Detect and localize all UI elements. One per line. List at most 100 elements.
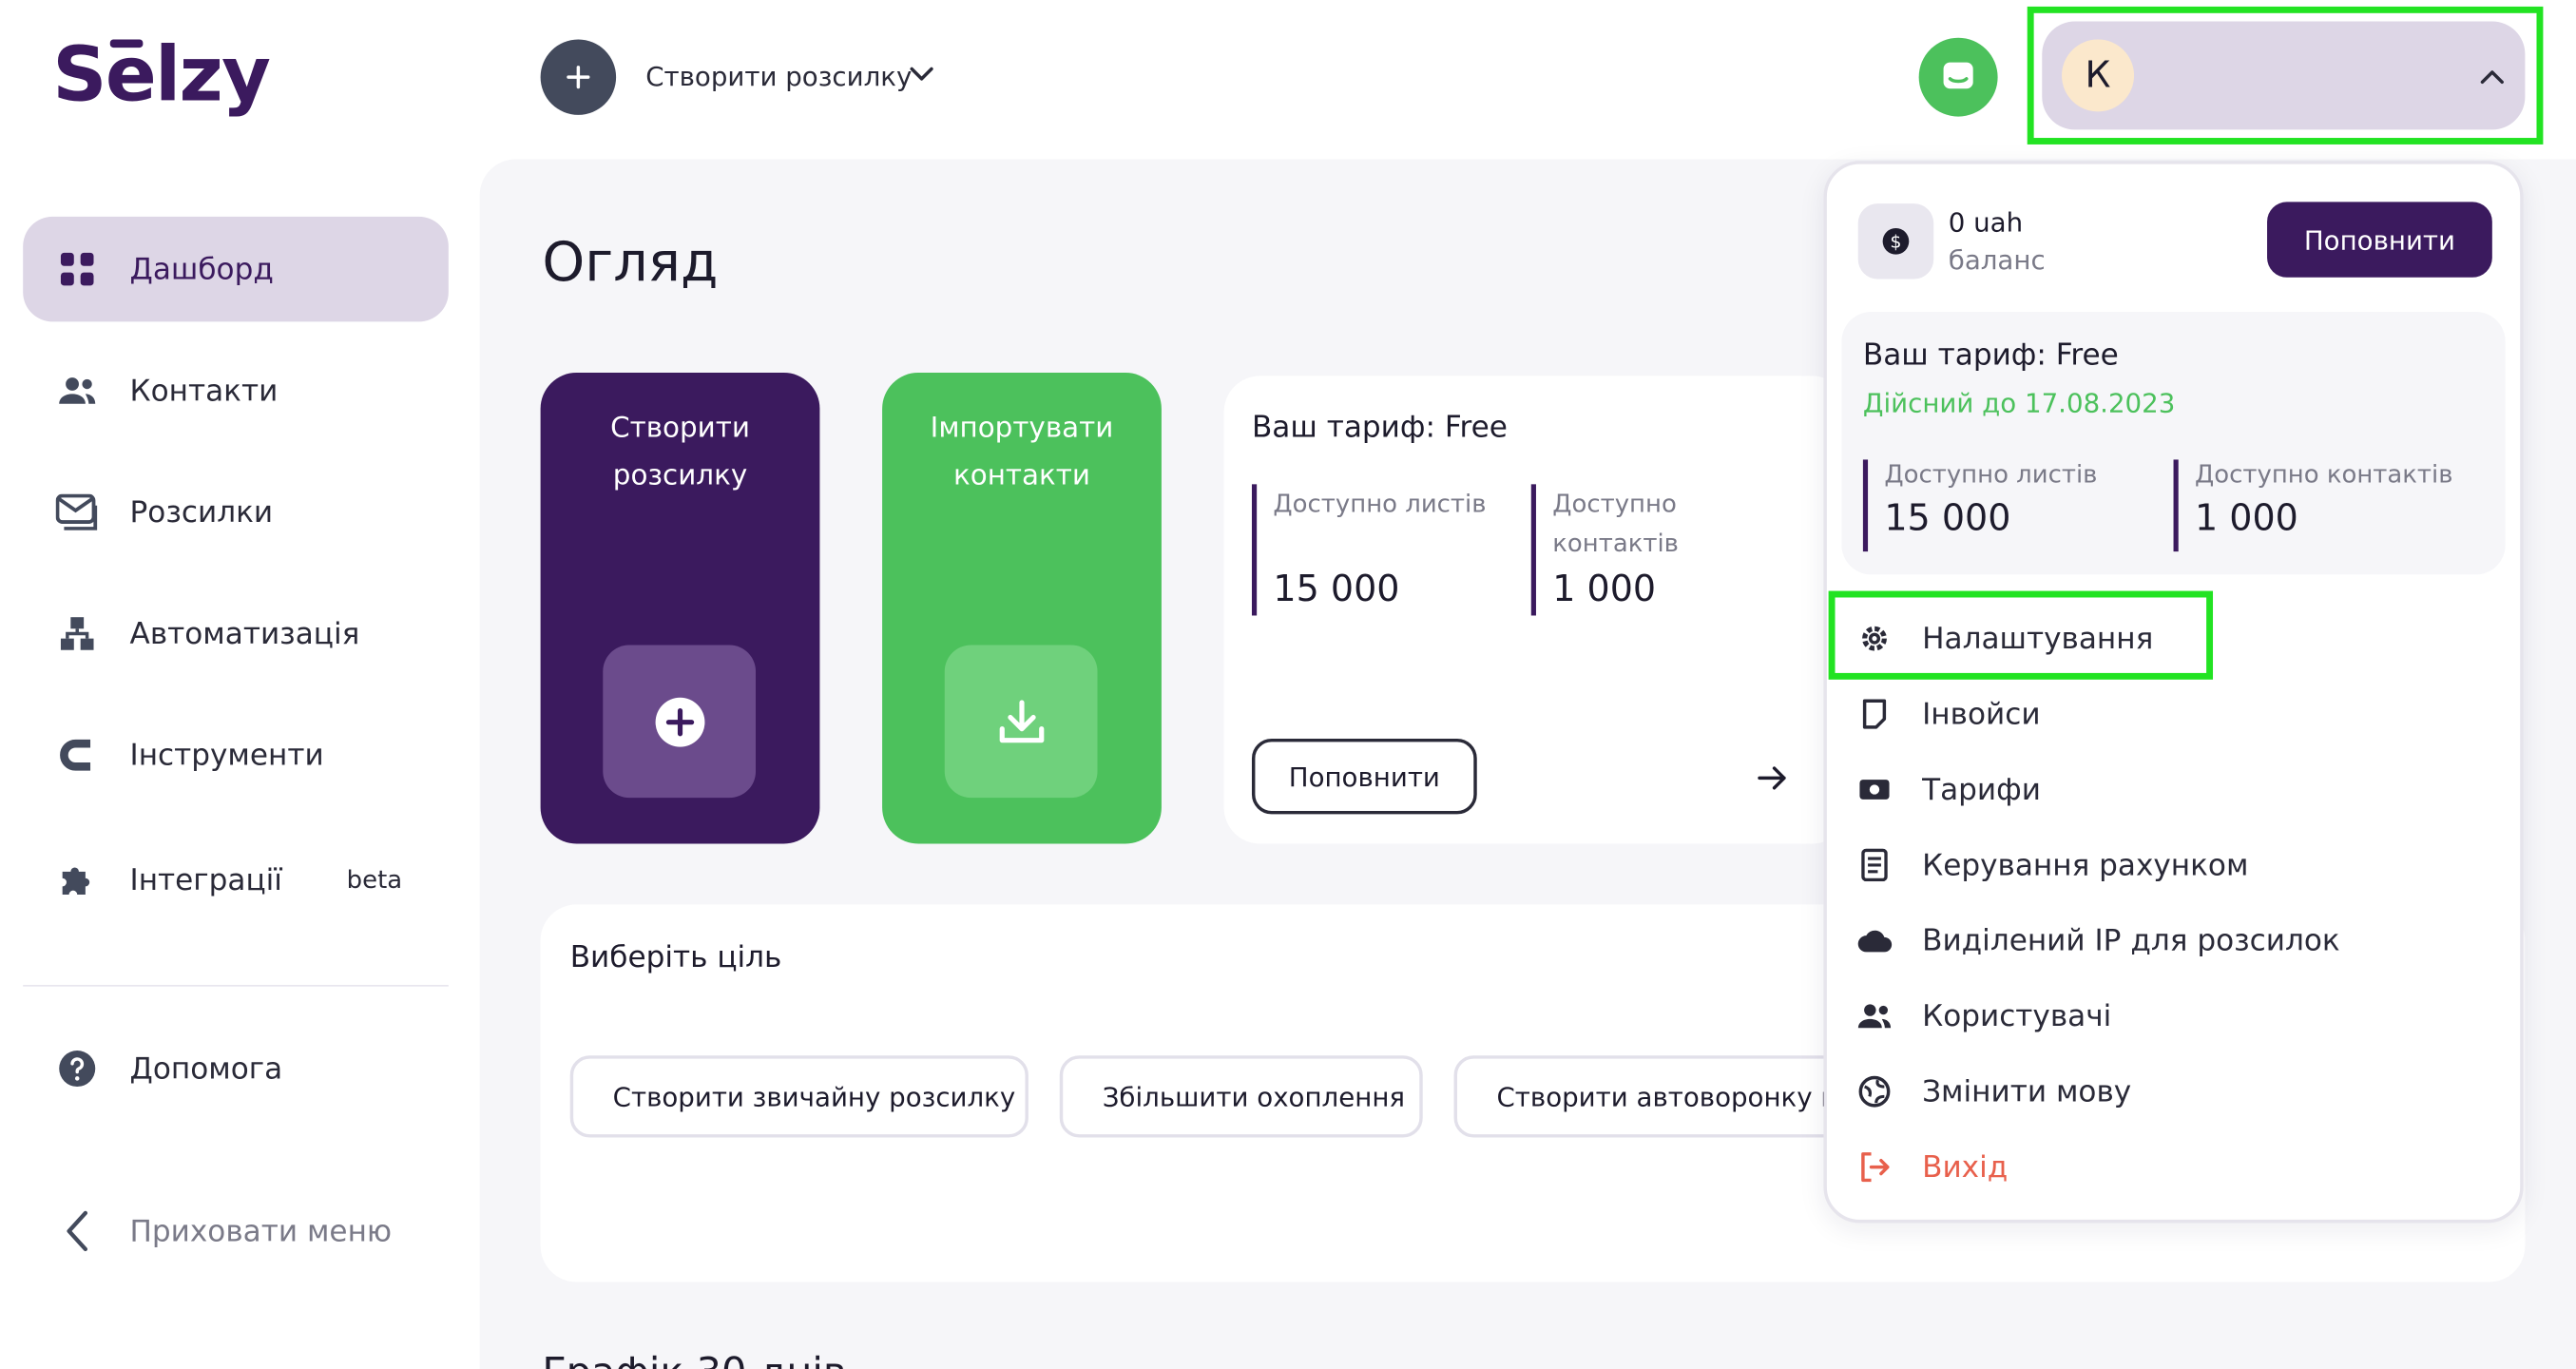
tile-label: Імпортувати контакти bbox=[930, 412, 1114, 492]
chat-support-button[interactable] bbox=[1918, 37, 1998, 117]
goal-title: Виберіть ціль bbox=[569, 940, 782, 975]
goal-increase-reach-button[interactable]: Збільшити охоплення bbox=[1059, 1055, 1423, 1138]
sidebar-item-hide-menu[interactable]: Приховати меню bbox=[23, 1179, 449, 1284]
plan-letters-label: Доступно листів bbox=[1884, 459, 2098, 490]
download-icon bbox=[998, 699, 1044, 742]
plus-icon bbox=[567, 66, 590, 89]
logout-icon bbox=[1856, 1149, 1893, 1186]
balance-icon: $ bbox=[1857, 203, 1934, 280]
balance-label: баланс bbox=[1948, 244, 2046, 277]
sidebar-item-help[interactable]: Допомога bbox=[23, 1016, 449, 1122]
contacts-label: Доступно контактів bbox=[1552, 489, 1679, 559]
arrow-right-icon bbox=[1758, 766, 1786, 790]
ledger-icon bbox=[1856, 847, 1893, 883]
sidebar-item-label: Інтеграції bbox=[129, 862, 282, 897]
menu-item-label: Інвойси bbox=[1922, 696, 2041, 732]
sidebar-item-label: Автоматизація bbox=[129, 616, 360, 651]
sidebar-item-label: Приховати меню bbox=[129, 1213, 393, 1249]
chevron-left-icon bbox=[56, 1210, 99, 1253]
plan-contacts-value: 1 000 bbox=[2195, 498, 2298, 541]
next-section-title: Графік 30 днів bbox=[542, 1349, 846, 1369]
balance-amount: 0 uah bbox=[1948, 206, 2024, 239]
plan-valid-until: Дійсний до 17.08.2023 bbox=[1862, 387, 2176, 419]
grid-icon bbox=[56, 248, 99, 291]
menu-item-label: Тарифи bbox=[1922, 772, 2041, 807]
menu-item-logout[interactable]: Вихід bbox=[1856, 1134, 2008, 1200]
tile-action-button[interactable] bbox=[944, 645, 1098, 799]
menu-item-label: Виділений IP для розсилок bbox=[1922, 923, 2340, 958]
import-contacts-tile[interactable]: Імпортувати контакти bbox=[882, 372, 1162, 844]
users-icon bbox=[1856, 998, 1893, 1034]
sidebar-item-tools[interactable]: Інструменти bbox=[23, 703, 449, 808]
logo-accent bbox=[109, 39, 144, 48]
sidebar-item-contacts[interactable]: Контакти bbox=[23, 338, 449, 444]
plan-contacts-stat: Доступно контактів 1 000 bbox=[2173, 459, 2453, 552]
sidebar-item-label: Допомога bbox=[129, 1051, 283, 1087]
menu-item-label: Керування рахунком bbox=[1922, 847, 2249, 883]
coin-icon: $ bbox=[1882, 227, 1910, 255]
tile-label: Створити розсилку bbox=[610, 412, 750, 492]
flow-icon bbox=[56, 612, 99, 655]
banknote-icon bbox=[1856, 772, 1893, 808]
highlight-settings-box bbox=[1828, 590, 2214, 680]
beta-badge: beta bbox=[346, 864, 403, 895]
highlight-account-box bbox=[2027, 6, 2544, 145]
plan-box: Ваш тариф: Free Дійсний до 17.08.2023 До… bbox=[1841, 312, 2506, 575]
sidebar-item-label: Дашборд bbox=[129, 252, 274, 287]
menu-item-change-language[interactable]: Змінити мову bbox=[1856, 1059, 2131, 1125]
chevron-down-icon[interactable] bbox=[907, 59, 936, 88]
menu-item-label: Змінити мову bbox=[1922, 1074, 2132, 1109]
sidebar-item-label: Розсилки bbox=[129, 494, 274, 530]
puzzle-icon bbox=[56, 858, 99, 901]
tariff-arrow-button[interactable] bbox=[1736, 744, 1809, 811]
letters-value: 15 000 bbox=[1273, 569, 1400, 611]
letters-label: Доступно листів bbox=[1273, 489, 1487, 519]
magnet-icon bbox=[56, 734, 99, 777]
create-campaign-menu[interactable]: Створити розсилку bbox=[645, 61, 912, 92]
menu-item-label: Вихід bbox=[1922, 1149, 2009, 1185]
logo-text: Selzy bbox=[52, 29, 271, 119]
menu-item-invoices[interactable]: Інвойси bbox=[1856, 682, 2041, 747]
cloud-icon bbox=[1856, 922, 1893, 958]
menu-item-dedicated-ip[interactable]: Виділений IP для розсилок bbox=[1856, 908, 2340, 974]
sidebar-divider bbox=[23, 984, 449, 987]
globe-icon bbox=[1856, 1073, 1893, 1109]
account-dropdown: $ 0 uah баланс Поповнити Ваш тариф: Free… bbox=[1823, 161, 2524, 1224]
document-icon bbox=[1856, 696, 1893, 732]
contacts-stat: Доступно контактів 1 000 bbox=[1530, 484, 1712, 616]
help-icon bbox=[56, 1048, 99, 1090]
app-window: Selzy Створити розсилку К Дашборд Контак… bbox=[0, 0, 2576, 1369]
plan-title: Ваш тариф: Free bbox=[1862, 337, 2119, 373]
goal-regular-campaign-button[interactable]: Створити звичайну розсилку bbox=[569, 1055, 1028, 1138]
page-title: Огляд bbox=[542, 229, 719, 295]
plan-letters-value: 15 000 bbox=[1884, 498, 2011, 541]
sidebar-item-integrations[interactable]: Інтеграції beta bbox=[23, 827, 449, 933]
tariff-card: Ваш тариф: Free Доступно листів 15 000 Д… bbox=[1223, 376, 1849, 844]
dropdown-topup-button[interactable]: Поповнити bbox=[2267, 202, 2492, 278]
chat-icon bbox=[1943, 62, 1973, 89]
users-icon bbox=[56, 369, 99, 412]
plus-circle-icon bbox=[654, 696, 704, 746]
plan-contacts-label: Доступно контактів bbox=[2195, 459, 2453, 490]
mail-icon bbox=[55, 491, 99, 533]
menu-item-account-management[interactable]: Керування рахунком bbox=[1856, 832, 2248, 897]
create-plus-button[interactable] bbox=[540, 39, 617, 115]
selzy-logo[interactable]: Selzy bbox=[52, 29, 271, 119]
create-campaign-tile[interactable]: Створити розсилку bbox=[540, 372, 820, 844]
menu-item-tariffs[interactable]: Тарифи bbox=[1856, 757, 2041, 822]
goal-autofunnel-button[interactable]: Створити автоворонку пр bbox=[1453, 1055, 1849, 1138]
menu-item-label: Користувачі bbox=[1922, 998, 2112, 1033]
sidebar-item-campaigns[interactable]: Розсилки bbox=[23, 459, 449, 565]
sidebar-item-dashboard[interactable]: Дашборд bbox=[23, 216, 449, 322]
tariff-title: Ваш тариф: Free bbox=[1251, 410, 1508, 445]
menu-item-users[interactable]: Користувачі bbox=[1856, 983, 2111, 1049]
letters-stat: Доступно листів 15 000 bbox=[1251, 484, 1515, 616]
sidebar-item-label: Контакти bbox=[129, 373, 279, 409]
sidebar-item-label: Інструменти bbox=[129, 738, 324, 773]
plan-letters-stat: Доступно листів 15 000 bbox=[1862, 459, 2098, 552]
topup-button[interactable]: Поповнити bbox=[1251, 738, 1477, 815]
svg-text:$: $ bbox=[1890, 232, 1901, 253]
sidebar-item-automation[interactable]: Автоматизація bbox=[23, 581, 449, 686]
tile-action-button[interactable] bbox=[603, 645, 757, 799]
contacts-value: 1 000 bbox=[1552, 569, 1657, 611]
